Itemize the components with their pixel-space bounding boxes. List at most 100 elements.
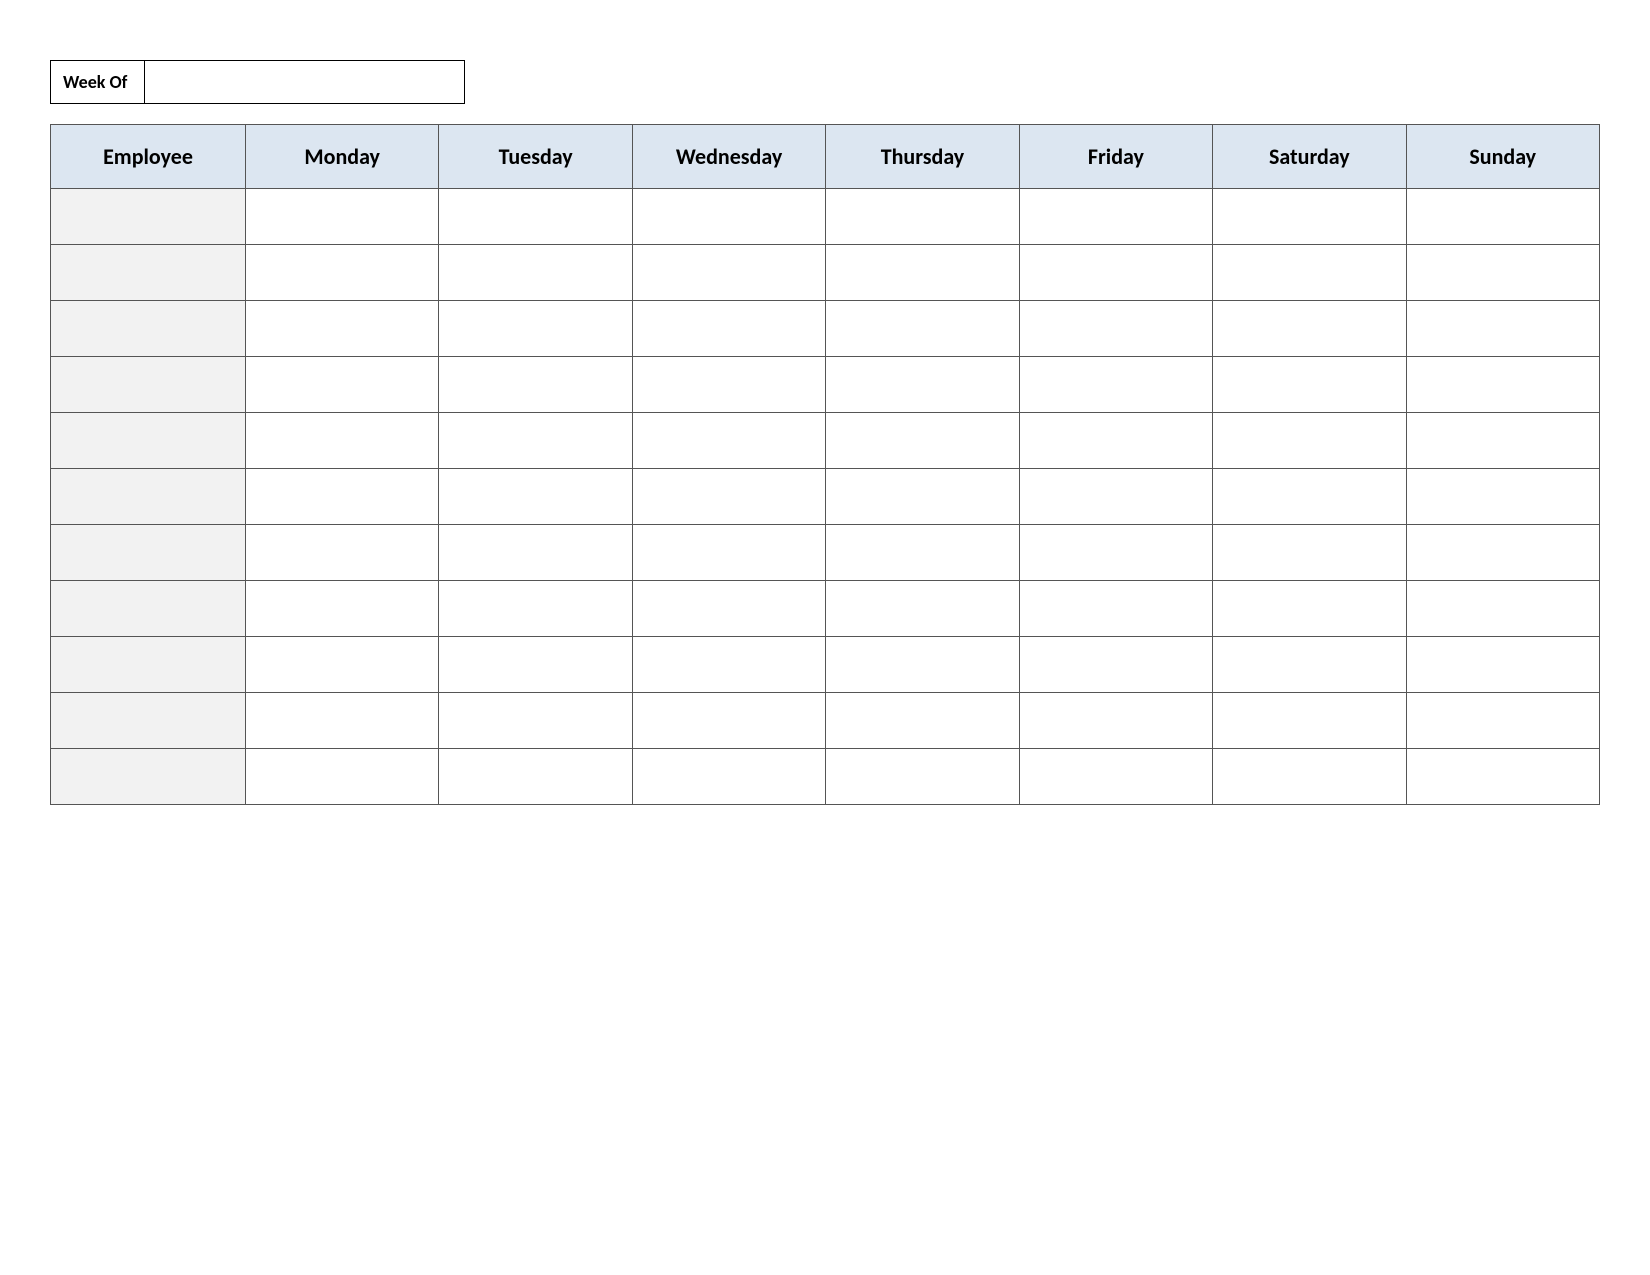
day-cell[interactable] — [1406, 189, 1599, 245]
day-header-thursday: Thursday — [826, 125, 1019, 189]
day-cell[interactable] — [1019, 693, 1212, 749]
table-row — [51, 749, 1600, 805]
day-cell[interactable] — [632, 637, 825, 693]
day-cell[interactable] — [1019, 525, 1212, 581]
day-cell[interactable] — [246, 469, 439, 525]
day-header-monday: Monday — [246, 125, 439, 189]
day-cell[interactable] — [246, 525, 439, 581]
employee-cell[interactable] — [51, 637, 246, 693]
day-cell[interactable] — [1019, 469, 1212, 525]
day-cell[interactable] — [632, 189, 825, 245]
day-cell[interactable] — [1406, 469, 1599, 525]
employee-cell[interactable] — [51, 693, 246, 749]
day-cell[interactable] — [246, 581, 439, 637]
day-cell[interactable] — [1019, 413, 1212, 469]
day-cell[interactable] — [632, 693, 825, 749]
day-cell[interactable] — [632, 525, 825, 581]
day-cell[interactable] — [1019, 301, 1212, 357]
day-cell[interactable] — [826, 189, 1019, 245]
day-cell[interactable] — [632, 301, 825, 357]
day-cell[interactable] — [632, 357, 825, 413]
day-cell[interactable] — [246, 357, 439, 413]
employee-cell[interactable] — [51, 525, 246, 581]
day-cell[interactable] — [1019, 245, 1212, 301]
day-cell[interactable] — [1019, 189, 1212, 245]
schedule-table: Employee Monday Tuesday Wednesday Thursd… — [50, 124, 1600, 805]
day-cell[interactable] — [246, 245, 439, 301]
day-cell[interactable] — [1406, 637, 1599, 693]
week-of-value[interactable] — [145, 60, 465, 104]
employee-cell[interactable] — [51, 749, 246, 805]
day-cell[interactable] — [439, 749, 632, 805]
day-cell[interactable] — [1213, 301, 1406, 357]
day-cell[interactable] — [632, 749, 825, 805]
day-cell[interactable] — [632, 581, 825, 637]
day-cell[interactable] — [246, 749, 439, 805]
day-cell[interactable] — [826, 301, 1019, 357]
day-cell[interactable] — [1213, 749, 1406, 805]
day-cell[interactable] — [1213, 525, 1406, 581]
employee-cell[interactable] — [51, 189, 246, 245]
day-cell[interactable] — [1213, 189, 1406, 245]
day-cell[interactable] — [1213, 357, 1406, 413]
day-cell[interactable] — [439, 525, 632, 581]
day-cell[interactable] — [439, 301, 632, 357]
day-cell[interactable] — [1406, 357, 1599, 413]
day-cell[interactable] — [826, 245, 1019, 301]
day-header-tuesday: Tuesday — [439, 125, 632, 189]
day-cell[interactable] — [826, 413, 1019, 469]
day-cell[interactable] — [1213, 637, 1406, 693]
day-cell[interactable] — [439, 469, 632, 525]
day-cell[interactable] — [1406, 525, 1599, 581]
day-cell[interactable] — [439, 581, 632, 637]
table-row — [51, 525, 1600, 581]
employee-cell[interactable] — [51, 581, 246, 637]
day-cell[interactable] — [1213, 581, 1406, 637]
day-cell[interactable] — [1019, 749, 1212, 805]
day-cell[interactable] — [439, 189, 632, 245]
day-cell[interactable] — [632, 469, 825, 525]
day-cell[interactable] — [826, 637, 1019, 693]
day-cell[interactable] — [1406, 245, 1599, 301]
day-cell[interactable] — [1213, 245, 1406, 301]
day-cell[interactable] — [826, 469, 1019, 525]
day-cell[interactable] — [1406, 301, 1599, 357]
day-cell[interactable] — [439, 357, 632, 413]
employee-cell[interactable] — [51, 301, 246, 357]
day-cell[interactable] — [246, 189, 439, 245]
day-header-sunday: Sunday — [1406, 125, 1599, 189]
day-cell[interactable] — [246, 301, 439, 357]
day-cell[interactable] — [439, 245, 632, 301]
day-cell[interactable] — [1019, 357, 1212, 413]
day-header-friday: Friday — [1019, 125, 1212, 189]
table-row — [51, 413, 1600, 469]
day-cell[interactable] — [439, 413, 632, 469]
day-cell[interactable] — [1406, 693, 1599, 749]
day-cell[interactable] — [1213, 413, 1406, 469]
day-cell[interactable] — [439, 637, 632, 693]
week-of-label: Week Of — [50, 60, 145, 104]
day-cell[interactable] — [826, 525, 1019, 581]
day-cell[interactable] — [826, 749, 1019, 805]
day-cell[interactable] — [826, 357, 1019, 413]
day-cell[interactable] — [632, 413, 825, 469]
employee-cell[interactable] — [51, 357, 246, 413]
day-cell[interactable] — [1406, 413, 1599, 469]
day-cell[interactable] — [439, 693, 632, 749]
day-cell[interactable] — [826, 581, 1019, 637]
day-header-wednesday: Wednesday — [632, 125, 825, 189]
day-cell[interactable] — [1019, 637, 1212, 693]
day-cell[interactable] — [826, 693, 1019, 749]
employee-cell[interactable] — [51, 413, 246, 469]
day-cell[interactable] — [246, 413, 439, 469]
day-cell[interactable] — [1406, 749, 1599, 805]
employee-cell[interactable] — [51, 245, 246, 301]
day-cell[interactable] — [1213, 693, 1406, 749]
day-cell[interactable] — [246, 693, 439, 749]
day-cell[interactable] — [1019, 581, 1212, 637]
day-cell[interactable] — [1406, 581, 1599, 637]
day-cell[interactable] — [1213, 469, 1406, 525]
day-cell[interactable] — [632, 245, 825, 301]
employee-cell[interactable] — [51, 469, 246, 525]
day-cell[interactable] — [246, 637, 439, 693]
